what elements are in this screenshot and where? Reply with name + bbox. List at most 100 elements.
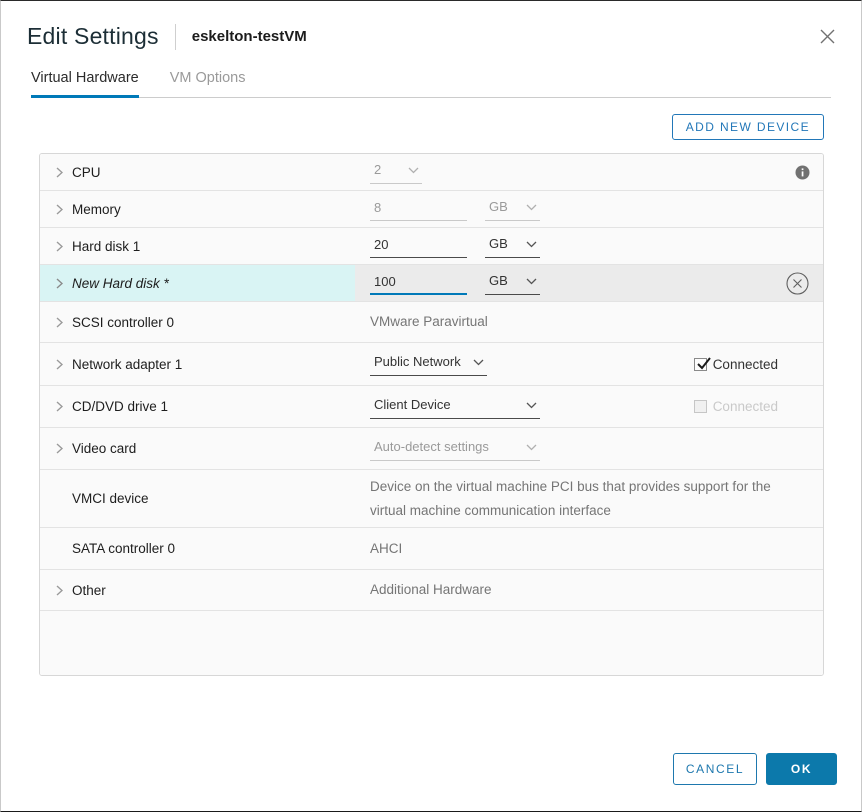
memory-value-cell: GB — [355, 197, 823, 221]
new-hard-disk-value-cell: GB — [355, 271, 823, 295]
chevron-right-icon[interactable] — [56, 203, 65, 215]
connected-label: Connected — [712, 399, 778, 414]
table-row-other: Other Additional Hardware — [40, 570, 823, 611]
remove-device-icon[interactable] — [786, 271, 809, 295]
table-row-network-adapter: Network adapter 1 Public Network Connect… — [40, 343, 823, 386]
cd-dvd-value-cell: Client Device Connected — [355, 395, 823, 419]
tab-virtual-hardware[interactable]: Virtual Hardware — [31, 64, 139, 98]
network-connected-group: Connected — [693, 356, 778, 372]
table-row-vmci-device: VMCI device Device on the virtual machin… — [40, 470, 823, 528]
video-card-value-cell: Auto-detect settings — [355, 437, 823, 461]
network-value-cell: Public Network Connected — [355, 352, 823, 376]
table-row-memory: Memory GB — [40, 191, 823, 228]
sata-type-value: AHCI — [370, 540, 403, 556]
connected-checkbox[interactable] — [693, 356, 711, 371]
new-hard-disk-label-cell: New Hard disk * — [40, 265, 355, 301]
new-hard-disk-size-input[interactable] — [370, 271, 467, 295]
add-new-device-button[interactable]: ADD NEW DEVICE — [671, 114, 824, 140]
tab-bar: Virtual Hardware VM Options — [31, 64, 831, 98]
chevron-right-icon[interactable] — [56, 443, 65, 454]
cpu-value-cell: 2 — [355, 160, 823, 184]
network-select[interactable]: Public Network — [370, 352, 487, 376]
chevron-right-icon[interactable] — [56, 358, 65, 370]
scsi-type-value: VMware Paravirtual — [370, 314, 488, 329]
chevron-down-icon — [473, 354, 484, 369]
hard-disk-1-value-cell: GB — [355, 234, 823, 258]
vm-name: eskelton-testVM — [191, 28, 307, 45]
table-row-cpu: CPU 2 — [40, 154, 823, 191]
tab-vm-options[interactable]: VM Options — [170, 64, 246, 98]
connected-checkbox-disabled[interactable] — [693, 400, 707, 413]
chevron-right-icon[interactable] — [56, 584, 65, 596]
memory-size-input[interactable] — [370, 197, 467, 221]
memory-unit-select[interactable]: GB — [485, 197, 540, 221]
memory-label-cell: Memory — [40, 191, 355, 227]
chevron-right-icon[interactable] — [56, 401, 65, 412]
chevron-down-icon — [408, 162, 419, 177]
cancel-button[interactable]: CANCEL — [673, 753, 757, 785]
row-label: Hard disk 1 — [72, 238, 141, 254]
chevron-down-icon — [526, 273, 537, 288]
cpu-count-select[interactable]: 2 — [370, 160, 422, 184]
table-row-video-card: Video card Auto-detect settings — [40, 428, 823, 470]
hard-disk-1-unit-select[interactable]: GB — [485, 234, 540, 258]
row-label: CD/DVD drive 1 — [72, 399, 169, 414]
row-label: CPU — [72, 164, 101, 180]
sata-label-cell: SATA controller 0 — [40, 528, 355, 569]
other-value-cell: Additional Hardware — [355, 578, 823, 602]
chevron-right-icon[interactable] — [56, 277, 65, 289]
hard-disk-1-size-input[interactable] — [370, 234, 467, 258]
dialog-header: Edit Settings eskelton-testVM — [1, 1, 861, 50]
row-label: Network adapter 1 — [72, 356, 183, 372]
new-hard-disk-unit-select[interactable]: GB — [485, 271, 540, 295]
video-card-select[interactable]: Auto-detect settings — [370, 437, 540, 461]
scsi-value-cell: VMware Paravirtual — [355, 310, 823, 334]
table-row-sata-controller: SATA controller 0 AHCI — [40, 528, 823, 570]
dialog-footer: CANCEL OK — [673, 753, 837, 785]
row-label: New Hard disk * — [72, 275, 169, 291]
chevron-down-icon — [526, 236, 537, 251]
row-label: Memory — [72, 201, 121, 217]
vmci-description: Device on the virtual machine PCI bus th… — [370, 478, 771, 518]
table-empty-area — [40, 611, 823, 675]
other-value: Additional Hardware — [370, 582, 492, 597]
network-label-cell: Network adapter 1 — [40, 343, 355, 385]
sata-value-cell: AHCI — [355, 537, 823, 561]
connected-label: Connected — [712, 356, 778, 372]
info-icon[interactable] — [795, 165, 810, 180]
chevron-down-icon — [526, 199, 537, 214]
toolbar: ADD NEW DEVICE — [39, 114, 824, 140]
hardware-table: CPU 2 Memory GB — [39, 153, 824, 676]
table-row-scsi-controller: SCSI controller 0 VMware Paravirtual — [40, 302, 823, 343]
video-card-label-cell: Video card — [40, 428, 355, 469]
table-row-new-hard-disk: New Hard disk * GB — [40, 265, 823, 302]
table-row-hard-disk-1: Hard disk 1 GB — [40, 228, 823, 265]
chevron-down-icon — [526, 439, 537, 454]
dialog-title: Edit Settings — [27, 23, 159, 49]
ok-button[interactable]: OK — [766, 753, 837, 785]
chevron-right-icon[interactable] — [56, 166, 65, 178]
cd-dvd-select[interactable]: Client Device — [370, 395, 540, 419]
cd-dvd-label-cell: CD/DVD drive 1 — [40, 386, 355, 427]
cpu-label-cell: CPU — [40, 154, 355, 190]
edit-settings-dialog: Edit Settings eskelton-testVM Virtual Ha… — [0, 0, 862, 812]
row-label: SATA controller 0 — [72, 541, 176, 556]
title-separator — [174, 23, 176, 50]
other-label-cell: Other — [40, 570, 355, 610]
row-label: Video card — [72, 441, 137, 456]
cd-dvd-connected-group: Connected — [693, 399, 778, 414]
close-icon[interactable] — [817, 27, 837, 47]
hard-disk-1-label-cell: Hard disk 1 — [40, 228, 355, 264]
vmci-value-cell: Device on the virtual machine PCI bus th… — [355, 475, 823, 523]
row-label: SCSI controller 0 — [72, 314, 175, 330]
row-label: Other — [72, 582, 106, 598]
chevron-right-icon[interactable] — [56, 316, 65, 328]
scsi-label-cell: SCSI controller 0 — [40, 302, 355, 342]
row-label: VMCI device — [72, 491, 149, 506]
chevron-right-icon[interactable] — [56, 240, 65, 252]
table-row-cd-dvd-drive: CD/DVD drive 1 Client Device Connected — [40, 386, 823, 428]
chevron-down-icon — [526, 397, 537, 412]
vmci-label-cell: VMCI device — [40, 470, 355, 527]
